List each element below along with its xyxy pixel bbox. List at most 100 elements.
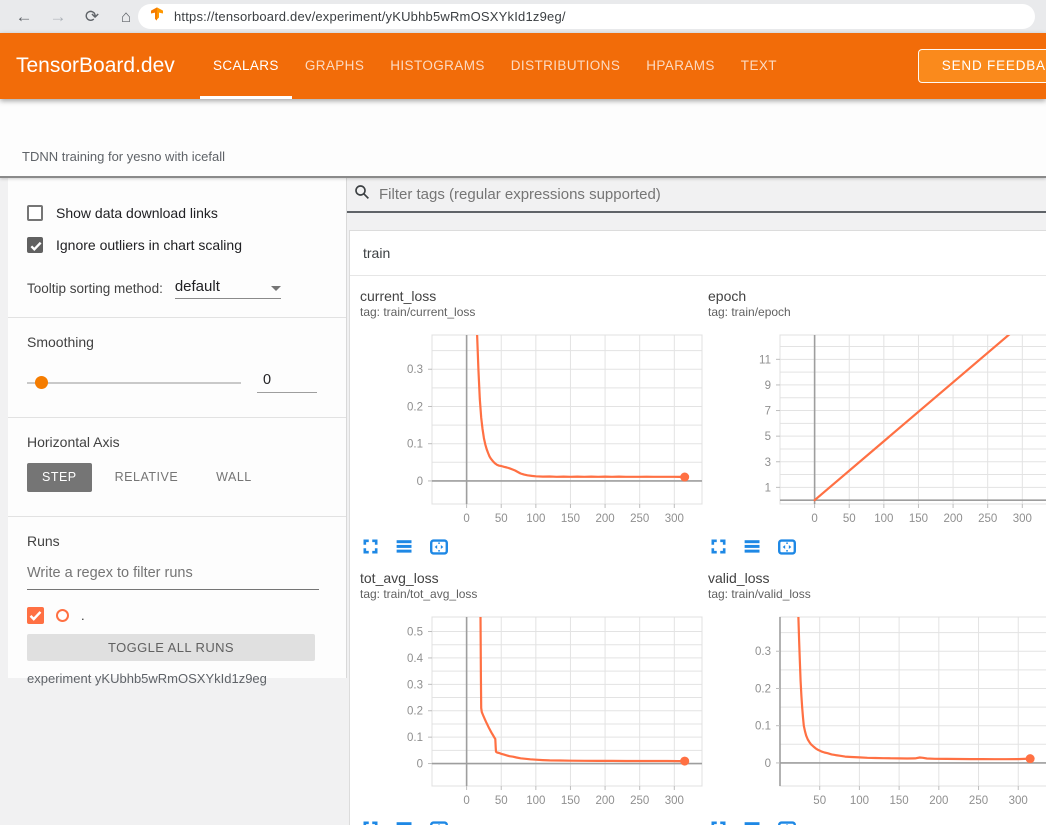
toggle-all-runs-button[interactable]: TOGGLE ALL RUNS bbox=[27, 634, 315, 661]
svg-text:200: 200 bbox=[595, 795, 614, 807]
svg-text:50: 50 bbox=[813, 795, 826, 807]
tab-text[interactable]: TEXT bbox=[728, 33, 790, 99]
browser-reload-icon[interactable]: ⟳ bbox=[82, 7, 102, 27]
chart-tag: tag: train/tot_avg_loss bbox=[360, 587, 705, 602]
svg-text:100: 100 bbox=[526, 513, 545, 525]
svg-text:50: 50 bbox=[495, 513, 508, 525]
svg-text:50: 50 bbox=[843, 513, 856, 525]
axis-button-step[interactable]: STEP bbox=[27, 463, 92, 492]
svg-text:200: 200 bbox=[595, 513, 614, 525]
checkbox-label: Show data download links bbox=[56, 205, 218, 221]
svg-text:0.4: 0.4 bbox=[407, 653, 424, 665]
smoothing-value[interactable]: 0 bbox=[257, 372, 317, 393]
chart-plot[interactable]: 05010015020025030000.10.20.30.40.5 bbox=[360, 614, 705, 814]
tooltip-sorting-row: Tooltip sorting method: default bbox=[27, 278, 326, 299]
svg-text:0: 0 bbox=[463, 513, 469, 525]
data-series-list-icon[interactable] bbox=[394, 536, 416, 558]
svg-text:200: 200 bbox=[929, 795, 948, 807]
svg-text:100: 100 bbox=[874, 513, 893, 525]
url-text: https://tensorboard.dev/experiment/yKUbh… bbox=[174, 9, 566, 24]
data-series-list-icon[interactable] bbox=[394, 818, 416, 825]
section-divider bbox=[8, 417, 346, 418]
tab-graphs[interactable]: GRAPHS bbox=[292, 33, 377, 99]
chart-actions bbox=[708, 536, 1046, 558]
section-title[interactable]: train bbox=[350, 231, 1046, 276]
svg-text:0: 0 bbox=[463, 795, 469, 807]
chart-actions bbox=[360, 818, 705, 825]
search-icon bbox=[353, 183, 371, 206]
filter-tags-row[interactable]: Filter tags (regular expressions support… bbox=[347, 178, 1046, 213]
svg-text:300: 300 bbox=[1013, 513, 1032, 525]
svg-text:300: 300 bbox=[665, 513, 684, 525]
runs-regex-input[interactable]: Write a regex to filter runs bbox=[27, 565, 319, 590]
chart-title: current_loss bbox=[360, 288, 705, 305]
chart-tag: tag: train/epoch bbox=[708, 305, 1046, 320]
run-checkbox[interactable] bbox=[27, 607, 44, 624]
data-series-list-icon[interactable] bbox=[742, 818, 764, 825]
section-divider bbox=[8, 317, 346, 318]
charts-grid: current_loss tag: train/current_loss 050… bbox=[350, 276, 1046, 825]
chart-plot[interactable]: 0501001502002503001357911 bbox=[708, 332, 1046, 532]
svg-text:11: 11 bbox=[759, 354, 771, 366]
svg-text:0.5: 0.5 bbox=[407, 627, 423, 639]
svg-text:300: 300 bbox=[665, 795, 684, 807]
show-download-links-row[interactable]: Show data download links bbox=[27, 202, 326, 224]
browser-back-icon[interactable]: ← bbox=[14, 7, 34, 27]
tab-distributions[interactable]: DISTRIBUTIONS bbox=[498, 33, 633, 99]
tooltip-sorting-value: default bbox=[175, 278, 220, 295]
svg-text:0.1: 0.1 bbox=[755, 721, 771, 733]
tab-histograms[interactable]: HISTOGRAMS bbox=[377, 33, 498, 99]
browser-home-icon[interactable]: ⌂ bbox=[116, 7, 136, 27]
svg-text:250: 250 bbox=[978, 513, 997, 525]
sidebar-checkbox-1[interactable] bbox=[27, 237, 43, 253]
browser-forward-icon[interactable]: → bbox=[48, 7, 68, 27]
app-logo[interactable]: TensorBoard.dev bbox=[16, 33, 175, 99]
svg-text:0.1: 0.1 bbox=[407, 439, 423, 451]
svg-text:7: 7 bbox=[765, 406, 771, 418]
sidebar-checkbox-0[interactable] bbox=[27, 205, 43, 221]
svg-text:300: 300 bbox=[1009, 795, 1028, 807]
fit-domain-to-data-icon[interactable] bbox=[428, 818, 450, 825]
nav-tabs: SCALARSGRAPHSHISTOGRAMSDISTRIBUTIONSHPAR… bbox=[200, 33, 790, 99]
chart-card-tot_avg_loss: tot_avg_loss tag: train/tot_avg_loss 050… bbox=[360, 570, 705, 825]
svg-text:150: 150 bbox=[909, 513, 928, 525]
fullscreen-icon[interactable] bbox=[360, 818, 382, 825]
fullscreen-icon[interactable] bbox=[360, 536, 382, 558]
send-feedback-button[interactable]: SEND FEEDBACK bbox=[918, 49, 1046, 83]
axis-button-wall[interactable]: WALL bbox=[201, 463, 267, 492]
chart-plot[interactable]: 5010015020025030000.10.20.3 bbox=[708, 614, 1046, 814]
axis-button-relative[interactable]: RELATIVE bbox=[100, 463, 194, 492]
svg-text:250: 250 bbox=[630, 795, 649, 807]
fit-domain-to-data-icon[interactable] bbox=[428, 536, 450, 558]
browser-chrome: ← → ⟳ ⌂ https://tensorboard.dev/experime… bbox=[0, 0, 1046, 33]
filter-tags-input[interactable]: Filter tags (regular expressions support… bbox=[379, 186, 661, 203]
tooltip-sorting-select[interactable]: default bbox=[175, 278, 281, 299]
fit-domain-to-data-icon[interactable] bbox=[776, 536, 798, 558]
experiment-subheader: TDNN training for yesno with icefall bbox=[0, 99, 1046, 178]
fullscreen-icon[interactable] bbox=[708, 818, 730, 825]
svg-text:0.3: 0.3 bbox=[755, 646, 771, 658]
svg-text:0: 0 bbox=[417, 476, 423, 488]
svg-text:0.2: 0.2 bbox=[407, 706, 423, 718]
experiment-title: TDNN training for yesno with icefall bbox=[22, 149, 225, 164]
run-row[interactable]: . bbox=[27, 606, 326, 624]
fit-domain-to-data-icon[interactable] bbox=[776, 818, 798, 825]
chart-plot[interactable]: 05010015020025030000.10.20.3 bbox=[360, 332, 705, 532]
run-color-swatch bbox=[56, 609, 69, 622]
svg-text:0.2: 0.2 bbox=[407, 401, 423, 413]
tab-scalars[interactable]: SCALARS bbox=[200, 33, 292, 99]
fullscreen-icon[interactable] bbox=[708, 536, 730, 558]
chart-card-current_loss: current_loss tag: train/current_loss 050… bbox=[360, 288, 705, 558]
slider-thumb[interactable] bbox=[35, 376, 48, 389]
svg-text:0: 0 bbox=[417, 759, 423, 771]
data-series-list-icon[interactable] bbox=[742, 536, 764, 558]
svg-text:100: 100 bbox=[526, 795, 545, 807]
experiment-id-label: experiment yKUbhb5wRmOSXYkId1z9eg bbox=[27, 671, 326, 686]
ignore-outliers-row[interactable]: Ignore outliers in chart scaling bbox=[27, 234, 326, 256]
smoothing-slider[interactable] bbox=[27, 382, 241, 384]
svg-text:250: 250 bbox=[969, 795, 988, 807]
tab-hparams[interactable]: HPARAMS bbox=[633, 33, 728, 99]
address-bar[interactable]: https://tensorboard.dev/experiment/yKUbh… bbox=[138, 4, 1035, 29]
svg-text:150: 150 bbox=[561, 795, 580, 807]
chart-title: valid_loss bbox=[708, 570, 1046, 587]
